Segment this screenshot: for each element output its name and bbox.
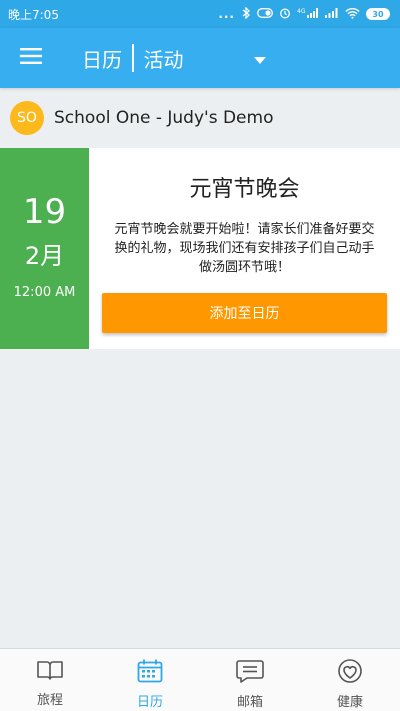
svg-text:4G: 4G	[297, 8, 306, 15]
nav-item-calendar[interactable]: 日历	[100, 649, 200, 711]
event-content: 元宵节晚会 元宵节晚会就要开始啦！请家长们准备好要交换的礼物，现场我们还有安排孩…	[89, 148, 400, 349]
bottom-navigation: 旅程 日历 邮箱 健康	[0, 648, 400, 711]
signal-icon	[325, 7, 339, 21]
menu-button[interactable]	[0, 28, 62, 88]
event-date-block: 19 2月 12:00 AM	[0, 148, 89, 349]
school-avatar: SO	[10, 101, 44, 135]
nav-label-journey: 旅程	[36, 693, 63, 708]
nav-label-mailbox: 邮箱	[236, 695, 263, 710]
nav-item-journey[interactable]: 旅程	[0, 649, 100, 711]
school-name: School One - Judy's Demo	[54, 108, 274, 128]
status-dots: ...	[218, 7, 235, 21]
status-bar: 晚上7:05 ... 4G 30	[0, 0, 400, 28]
alarm-icon	[279, 7, 291, 21]
battery-icon: 30	[366, 8, 390, 20]
message-icon	[236, 659, 264, 687]
book-icon	[36, 659, 64, 685]
view-dropdown-button[interactable]	[230, 28, 290, 88]
title-calendar: 日历	[82, 47, 122, 72]
nav-label-calendar: 日历	[136, 695, 163, 710]
signal-4g-icon: 4G	[297, 7, 319, 21]
event-day: 19	[22, 192, 67, 232]
event-description: 元宵节晚会就要开始啦！请家长们准备好要交换的礼物，现场我们还有安排孩子们自己动手…	[114, 222, 375, 275]
bluetooth-icon	[241, 6, 251, 21]
nav-label-health: 健康	[336, 695, 363, 710]
event-title: 元宵节晚会	[189, 177, 300, 202]
title-divider	[132, 44, 134, 72]
status-time: 晚上7:05	[8, 7, 59, 22]
title-activity: 活动	[143, 47, 184, 72]
event-month: 2月	[24, 242, 65, 270]
event-card[interactable]: 19 2月 12:00 AM 元宵节晚会 元宵节晚会就要开始啦！请家长们准备好要…	[0, 148, 400, 349]
nav-item-mailbox[interactable]: 邮箱	[200, 649, 300, 711]
event-time: 12:00 AM	[13, 285, 76, 300]
hamburger-menu-icon	[20, 48, 42, 68]
heart-icon	[336, 659, 364, 687]
add-to-calendar-button[interactable]: 添加至日历	[102, 293, 387, 333]
app-bar: 日历 活动	[0, 28, 400, 88]
wifi-icon	[345, 7, 360, 21]
page-title: 日历 活动	[82, 44, 184, 73]
dropdown-arrow-icon	[254, 49, 266, 68]
status-icons: ... 4G 30	[218, 6, 390, 21]
toggle-icon	[257, 8, 273, 20]
nav-item-health[interactable]: 健康	[300, 649, 400, 711]
calendar-icon	[137, 659, 163, 687]
school-header[interactable]: SO School One - Judy's Demo	[0, 88, 400, 148]
